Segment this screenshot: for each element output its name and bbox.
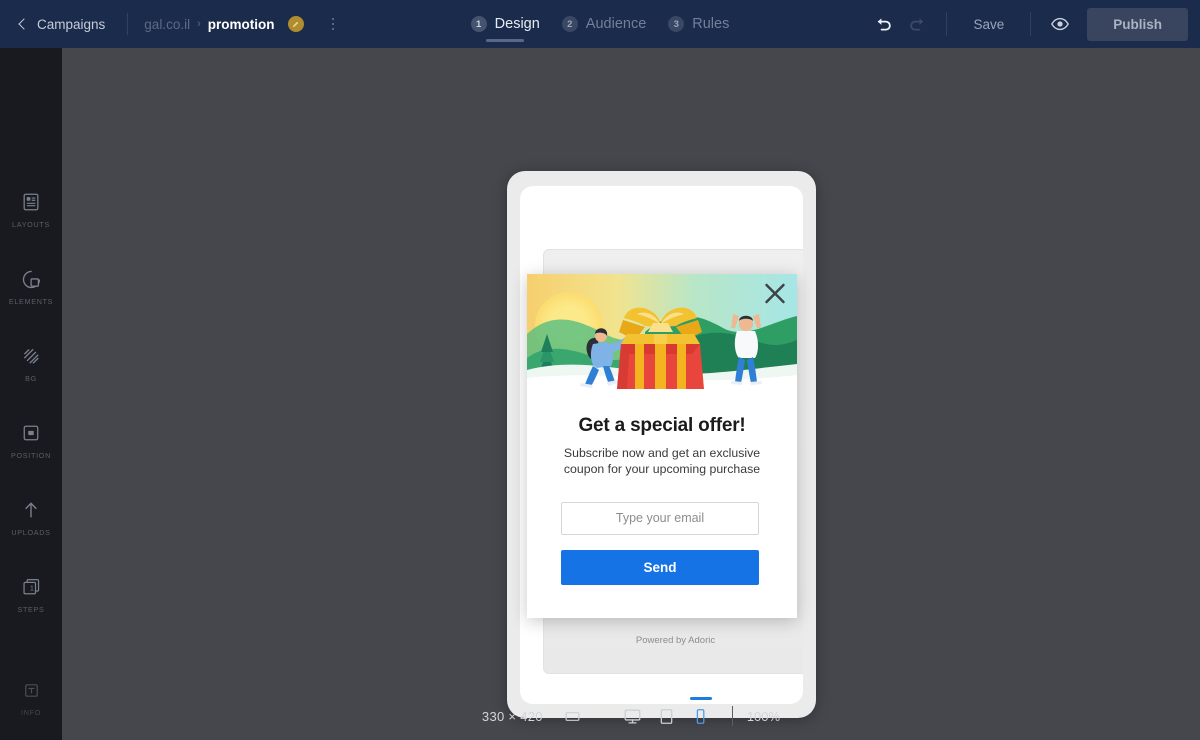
bottom-toolbar: 330 × 420 100% (62, 692, 1200, 740)
step-number: 1 (470, 16, 487, 32)
sidebar-item-label: UPLOADS (11, 528, 51, 537)
edit-pencil-badge-icon[interactable] (287, 16, 304, 32)
chevron-left-icon (18, 18, 30, 30)
step-label: Audience (585, 16, 647, 32)
topbar-right-group: Save Publish (866, 0, 1188, 48)
design-canvas[interactable]: Powered by Adoric Get a special offer! S… (62, 48, 1200, 718)
step-audience[interactable]: 2 Audience (551, 0, 657, 48)
popup-title: Get a special offer! (578, 415, 746, 436)
sidebar-items: LAYOUTS ELEMENTS BG POSITION UPLOADS 1 S… (0, 48, 62, 627)
popup-body: Get a special offer! Subscribe now and g… (527, 389, 797, 585)
sidebar-item-label: INFO (21, 708, 41, 717)
email-input[interactable] (561, 501, 759, 535)
background-icon (20, 345, 42, 367)
step-rules[interactable]: 3 Rules (657, 0, 740, 48)
topbar-left-group: Campaigns gal.co.il › promotion (0, 0, 337, 48)
redo-arrow-icon[interactable] (900, 7, 934, 41)
sidebar-item-label: BG (25, 374, 37, 383)
resize-rectangle-icon[interactable] (556, 699, 590, 733)
send-button[interactable]: Send (561, 549, 759, 585)
canvas-size-label: 330 × 420 (481, 708, 543, 724)
back-to-campaigns-link[interactable]: Campaigns (14, 13, 111, 36)
device-tablet-button[interactable] (650, 699, 684, 733)
breadcrumb-site[interactable]: gal.co.il (144, 17, 190, 32)
device-desktop-button[interactable] (616, 699, 650, 733)
sidebar-item-uploads[interactable]: UPLOADS (0, 486, 62, 550)
kebab-dot (331, 22, 334, 26)
publish-button[interactable]: Publish (1087, 7, 1188, 41)
topbar-right-divider (946, 12, 948, 36)
step-number: 3 (668, 16, 685, 32)
topbar-right-divider (1030, 12, 1032, 36)
breadcrumb: gal.co.il › promotion (144, 15, 337, 34)
sidebar-item-steps[interactable]: 1 STEPS (0, 563, 62, 627)
sidebar-item-info[interactable]: INFO (0, 666, 62, 730)
kebab-menu-icon[interactable] (329, 15, 338, 34)
topbar-divider (127, 13, 129, 35)
sidebar-item-position[interactable]: POSITION (0, 409, 62, 473)
sidebar-item-label: LAYOUTS (12, 220, 50, 229)
steps-icon: 1 (20, 576, 42, 598)
step-design[interactable]: 1 Design (460, 0, 551, 48)
step-label: Design (494, 16, 540, 32)
close-x-icon[interactable] (764, 282, 786, 304)
back-label: Campaigns (37, 16, 106, 32)
sidebar-item-elements[interactable]: ELEMENTS (0, 255, 62, 319)
breadcrumb-campaign-name[interactable]: promotion (208, 17, 275, 32)
popup-preview[interactable]: Get a special offer! Subscribe now and g… (527, 274, 797, 618)
eye-icon[interactable] (1043, 7, 1077, 41)
sidebar-item-label: ELEMENTS (8, 297, 54, 306)
sidebar-item-label: POSITION (11, 451, 51, 460)
app-root: Campaigns gal.co.il › promotion 1 Design… (0, 0, 1200, 740)
left-sidebar: LAYOUTS ELEMENTS BG POSITION UPLOADS 1 S… (0, 48, 62, 740)
sidebar-item-bg[interactable]: BG (0, 332, 62, 396)
kebab-dot (331, 17, 334, 21)
device-mobile-button[interactable] (684, 699, 718, 733)
bottom-divider (731, 706, 733, 726)
elements-icon (20, 268, 42, 290)
kebab-dot (331, 27, 334, 31)
powered-by-label: Powered by Adoric (635, 635, 716, 646)
upload-arrow-icon (20, 499, 42, 521)
step-label: Rules (692, 16, 730, 32)
save-button[interactable]: Save (959, 11, 1018, 38)
step-number: 2 (561, 16, 578, 32)
position-icon (20, 422, 42, 444)
undo-arrow-icon[interactable] (866, 7, 900, 41)
text-info-icon (20, 679, 42, 701)
sidebar-item-label: STEPS (17, 605, 45, 614)
gift-box-illustration (527, 274, 797, 389)
sidebar-item-layouts[interactable]: LAYOUTS (0, 178, 62, 242)
svg-text:1: 1 (29, 583, 33, 592)
zoom-level-label[interactable]: 100% (747, 709, 780, 724)
layouts-icon (20, 191, 42, 213)
breadcrumb-separator: › (197, 18, 201, 30)
popup-subtitle: Subscribe now and get an exclusive coupo… (563, 446, 761, 476)
top-bar: Campaigns gal.co.il › promotion 1 Design… (0, 0, 1200, 48)
